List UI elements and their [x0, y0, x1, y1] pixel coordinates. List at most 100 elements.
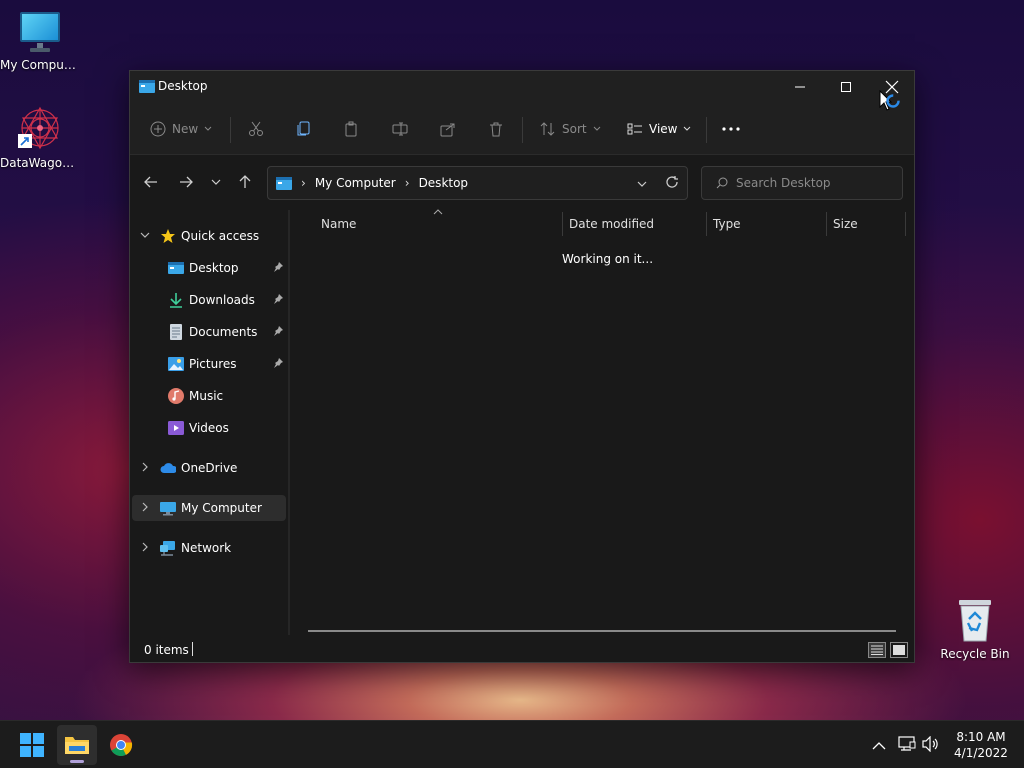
sidebar-item-label: OneDrive: [181, 461, 238, 475]
taskbar-file-explorer[interactable]: [57, 725, 97, 765]
computer-icon: [276, 176, 292, 190]
desktop-icon-datawagon[interactable]: DataWagon...: [0, 104, 80, 170]
title-bar[interactable]: Desktop: [130, 71, 914, 103]
rename-button[interactable]: [392, 115, 408, 143]
desktop-icon-my-computer[interactable]: My Computer: [0, 10, 80, 72]
maximize-button[interactable]: [823, 71, 869, 103]
more-options-button[interactable]: [722, 115, 740, 143]
arrow-left-icon: [144, 176, 157, 188]
computer-icon: [160, 502, 176, 516]
clock-date: 4/1/2022: [954, 746, 1008, 760]
chevron-right-icon[interactable]: [140, 542, 150, 552]
sidebar-item-downloads[interactable]: Downloads: [130, 287, 286, 313]
sidebar-item-my-computer[interactable]: My Computer: [132, 495, 286, 521]
toolbar-separator: [230, 117, 231, 143]
clock[interactable]: 8:10 AM 4/1/2022: [946, 729, 1016, 761]
view-button[interactable]: View: [627, 115, 691, 143]
details-view-button[interactable]: [868, 642, 886, 658]
tiles-view-button[interactable]: [890, 642, 908, 658]
network-status-button[interactable]: [898, 736, 916, 755]
back-button[interactable]: [140, 171, 162, 193]
loading-message: Working on it...: [562, 252, 654, 266]
speaker-icon: [922, 735, 938, 753]
column-header-name[interactable]: Name: [290, 209, 562, 238]
chevron-down-icon: [140, 232, 150, 238]
sidebar-item-music[interactable]: Music: [130, 383, 286, 409]
download-icon: [170, 293, 182, 308]
search-icon: [716, 177, 728, 189]
share-button[interactable]: [440, 115, 456, 143]
sidebar-item-network[interactable]: Network: [130, 535, 286, 561]
show-hidden-icons-button[interactable]: [872, 739, 886, 753]
pin-icon[interactable]: [272, 293, 284, 305]
up-button[interactable]: [234, 171, 256, 193]
sidebar-item-pictures[interactable]: Pictures: [130, 351, 286, 377]
sidebar-item-label: Music: [189, 389, 224, 403]
search-input[interactable]: [736, 176, 886, 190]
column-header-size[interactable]: Size: [827, 210, 905, 238]
taskbar-chrome[interactable]: [101, 725, 141, 765]
status-separator: [192, 642, 193, 656]
column-label: Size: [833, 217, 858, 231]
sidebar-item-documents[interactable]: Documents: [130, 319, 286, 345]
sidebar-item-quick-access[interactable]: Quick access: [130, 223, 286, 249]
sidebar-item-onedrive[interactable]: OneDrive: [130, 455, 286, 481]
address-bar[interactable]: › My Computer › Desktop: [267, 166, 688, 200]
desktop-icon-label: DataWagon...: [0, 156, 80, 170]
volume-button[interactable]: [922, 735, 940, 755]
music-icon: [168, 388, 184, 404]
sort-button[interactable]: Sort: [540, 115, 601, 143]
trash-icon: [490, 122, 502, 137]
sidebar-item-label: My Computer: [181, 501, 262, 515]
chevron-right-icon[interactable]: [140, 502, 150, 512]
sidebar-item-label: Documents: [189, 325, 258, 339]
ellipsis-icon: [722, 127, 740, 131]
horizontal-scrollbar[interactable]: [308, 630, 896, 632]
cursor-busy-icon: [879, 90, 900, 111]
delete-button[interactable]: [488, 115, 504, 143]
sidebar-item-desktop[interactable]: Desktop: [130, 255, 286, 281]
column-divider[interactable]: [905, 212, 906, 236]
picture-icon: [168, 357, 184, 371]
pin-icon[interactable]: [272, 325, 284, 337]
refresh-button[interactable]: [665, 175, 679, 192]
breadcrumb-separator: ›: [301, 176, 306, 190]
sidebar-item-videos[interactable]: Videos: [130, 415, 286, 441]
details-view-icon: [871, 645, 883, 655]
search-box[interactable]: [701, 166, 903, 200]
sidebar-item-label: Quick access: [181, 229, 260, 243]
minimize-button[interactable]: [777, 71, 823, 103]
active-app-indicator: [70, 760, 84, 763]
toolbar-separator: [522, 117, 523, 143]
chevron-down-icon: [684, 126, 691, 131]
datawagon-icon: [16, 104, 64, 152]
chevron-down-icon: [637, 181, 647, 187]
explorer-body: Quick access Desktop Downloads Documents…: [130, 209, 914, 635]
scissors-icon: [249, 121, 263, 136]
breadcrumb-desktop[interactable]: Desktop: [419, 176, 469, 190]
chrome-icon: [110, 734, 133, 756]
chevron-down-icon: [593, 126, 600, 131]
forward-button[interactable]: [175, 171, 197, 193]
cut-button[interactable]: [248, 115, 264, 143]
start-button[interactable]: [12, 725, 52, 765]
new-button[interactable]: New: [150, 115, 212, 143]
folder-icon: [65, 737, 89, 754]
address-dropdown-button[interactable]: [637, 176, 647, 190]
maximize-icon: [841, 82, 851, 92]
view-label: View: [649, 122, 678, 136]
pin-icon[interactable]: [272, 357, 284, 369]
sort-ascending-icon: [433, 209, 443, 215]
pin-icon[interactable]: [272, 261, 284, 273]
desktop-icon-recycle-bin[interactable]: Recycle Bin: [935, 597, 1015, 661]
desktop-folder-icon: [139, 80, 155, 93]
file-list: Name Date modified Type Size Working on …: [290, 209, 914, 635]
copy-button[interactable]: [296, 115, 312, 143]
recent-locations-button[interactable]: [205, 171, 227, 193]
breadcrumb-my-computer[interactable]: My Computer: [315, 176, 396, 190]
tiles-view-icon: [893, 645, 905, 655]
chevron-right-icon[interactable]: [140, 462, 150, 472]
column-header-date-modified[interactable]: Date modified: [563, 210, 705, 238]
column-header-type[interactable]: Type: [707, 210, 826, 238]
paste-button[interactable]: [344, 115, 360, 143]
